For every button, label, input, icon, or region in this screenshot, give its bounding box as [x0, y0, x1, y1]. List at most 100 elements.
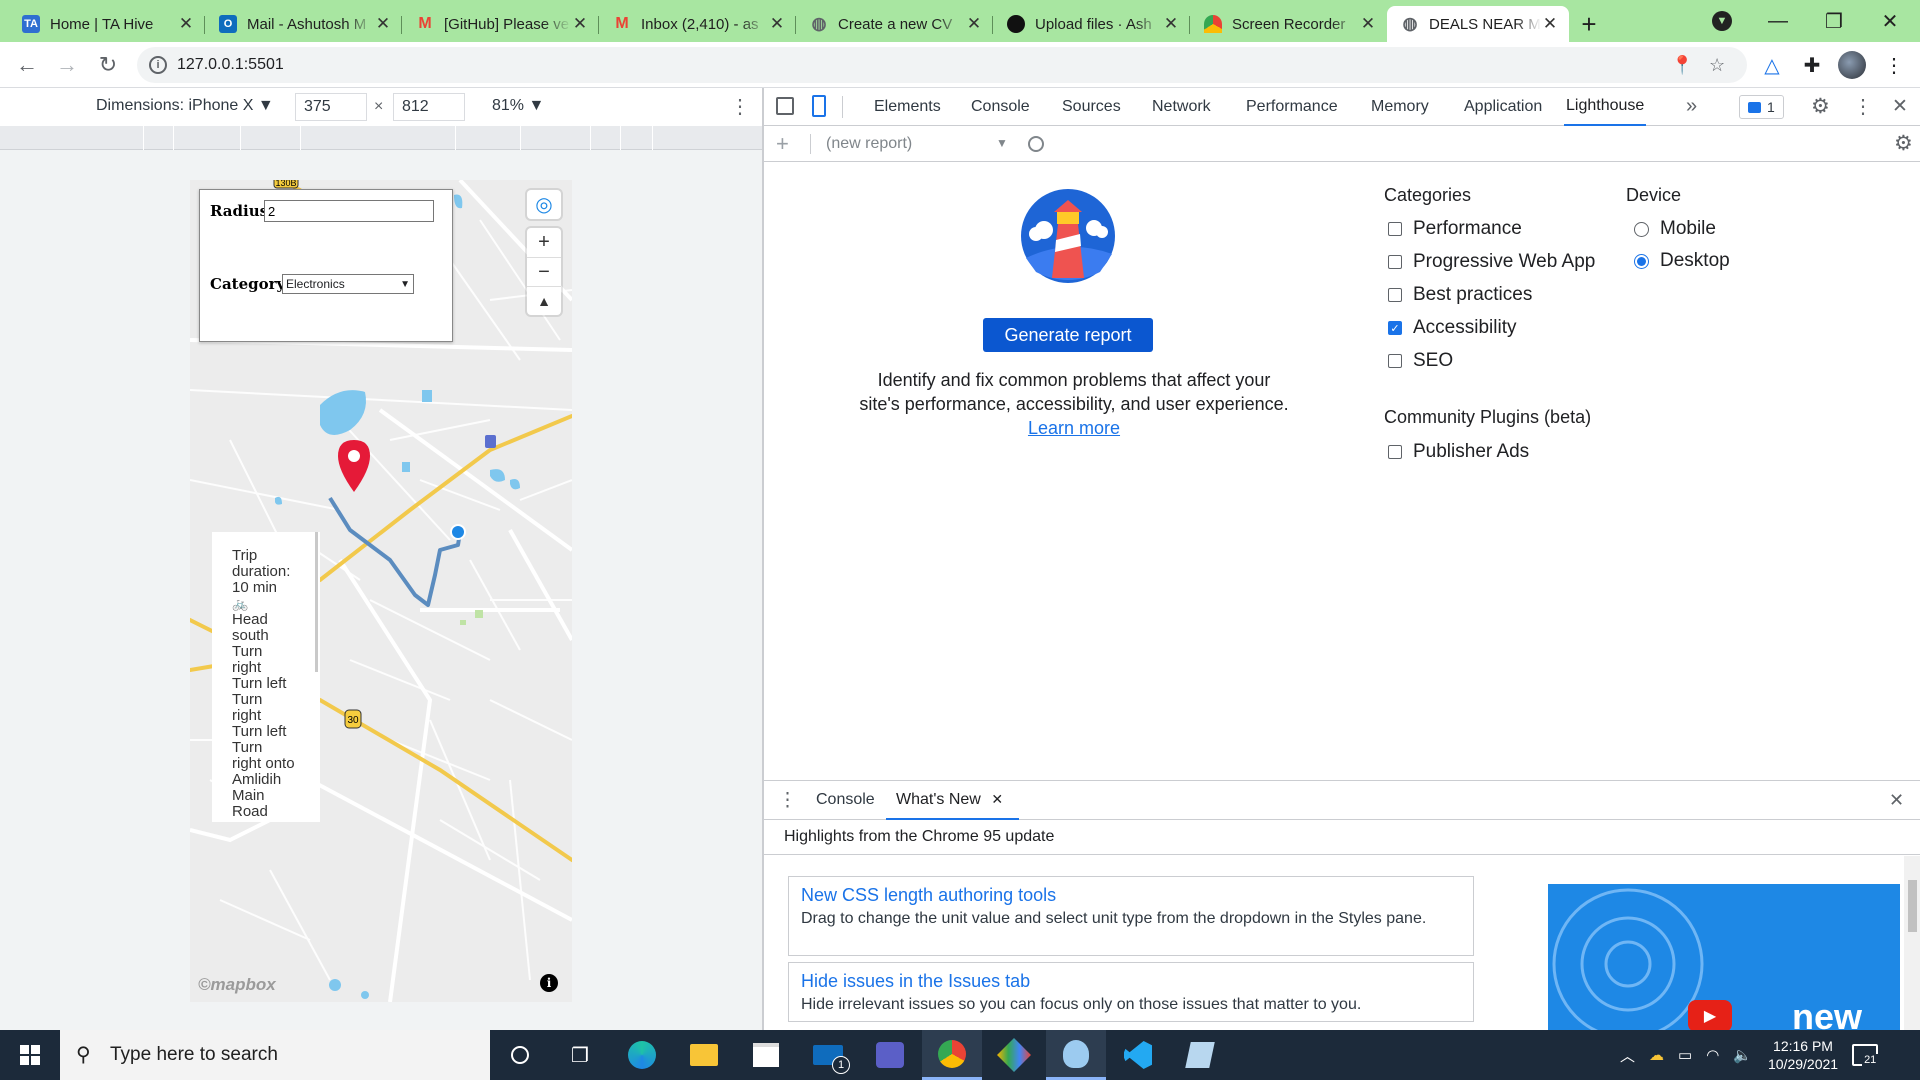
- close-icon[interactable]: ✕: [374, 14, 392, 34]
- more-tabs-icon[interactable]: »: [1686, 95, 1697, 118]
- whats-new-item[interactable]: Hide issues in the Issues tab Hide irrel…: [788, 962, 1474, 1022]
- viewport-height-input[interactable]: 812: [393, 93, 465, 121]
- category-best-practices-checkbox[interactable]: Best practices: [1388, 284, 1532, 306]
- close-icon[interactable]: ✕: [571, 14, 589, 34]
- close-icon[interactable]: ✕: [768, 14, 786, 34]
- vscode-icon[interactable]: [1108, 1030, 1168, 1080]
- store-icon[interactable]: [736, 1030, 796, 1080]
- lighthouse-settings-icon[interactable]: ⚙: [1894, 131, 1913, 156]
- forward-icon[interactable]: →: [47, 45, 87, 85]
- compass-icon[interactable]: ▲: [527, 286, 561, 315]
- close-icon[interactable]: ✕: [177, 14, 195, 34]
- teams-icon[interactable]: [860, 1030, 920, 1080]
- drawer-tab-whats-new[interactable]: What's New ✕: [886, 781, 1020, 820]
- notes-app-icon[interactable]: [1170, 1030, 1230, 1080]
- notifications-icon[interactable]: 21: [1852, 1044, 1879, 1066]
- browser-tab[interactable]: ◍ Create a new CV ✕: [796, 6, 993, 42]
- file-explorer-icon[interactable]: [674, 1030, 734, 1080]
- devtools-menu-icon[interactable]: ⋮: [1853, 94, 1873, 119]
- whats-new-video-thumbnail[interactable]: ▶ new: [1548, 884, 1900, 1030]
- generate-report-button[interactable]: Generate report: [983, 318, 1153, 352]
- close-icon[interactable]: ✕: [1541, 14, 1559, 34]
- device-toolbar-menu-icon[interactable]: ⋮: [730, 94, 750, 119]
- volume-icon[interactable]: 🔈: [1733, 1046, 1752, 1064]
- viewport-width-input[interactable]: 375: [295, 93, 367, 121]
- zoom-out-icon[interactable]: −: [527, 257, 561, 286]
- onedrive-icon[interactable]: ☁: [1649, 1046, 1664, 1064]
- reload-icon[interactable]: ↻: [88, 45, 128, 85]
- back-icon[interactable]: ←: [7, 45, 47, 85]
- directions-panel[interactable]: Trip duration: 10 min 🚲 Head south Turn …: [212, 532, 320, 822]
- mail-icon[interactable]: 1: [798, 1030, 858, 1080]
- window-close-icon[interactable]: ✕: [1862, 0, 1918, 42]
- chevron-up-icon[interactable]: ︿: [1620, 1045, 1635, 1066]
- edge-icon[interactable]: [612, 1030, 672, 1080]
- restore-icon[interactable]: ❐: [1806, 0, 1862, 42]
- radius-input[interactable]: [264, 200, 434, 222]
- drive-extension-icon[interactable]: △: [1758, 51, 1786, 79]
- browser-tab[interactable]: Screen Recorder ✕: [1190, 6, 1387, 42]
- avatar[interactable]: [1838, 51, 1866, 79]
- battery-icon[interactable]: ▭: [1678, 1046, 1692, 1064]
- bookmark-star-icon[interactable]: ☆: [1709, 55, 1725, 76]
- geolocate-control[interactable]: ◎: [527, 190, 561, 219]
- category-select[interactable]: Electronics ▼: [282, 274, 414, 294]
- zoom-select[interactable]: 81% ▼: [492, 97, 544, 115]
- devtools-close-icon[interactable]: ✕: [1892, 95, 1908, 118]
- browser-menu-icon[interactable]: ⋮: [1880, 51, 1908, 79]
- learn-more-link[interactable]: Learn more: [1028, 418, 1120, 438]
- close-icon[interactable]: ✕: [991, 791, 1003, 807]
- device-toggle-icon[interactable]: [812, 95, 826, 117]
- category-pwa-checkbox[interactable]: Progressive Web App: [1388, 251, 1595, 273]
- drawer-scrollbar[interactable]: [1904, 856, 1920, 1030]
- tux-app-icon[interactable]: [1046, 1030, 1106, 1080]
- category-performance-checkbox[interactable]: Performance: [1388, 218, 1522, 240]
- report-select[interactable]: (new report): [826, 135, 912, 153]
- drawer-close-icon[interactable]: ✕: [1889, 790, 1904, 811]
- add-report-icon[interactable]: +: [776, 131, 789, 157]
- chrome-icon[interactable]: [922, 1030, 982, 1080]
- clear-icon[interactable]: [1028, 136, 1044, 152]
- drawer-tab-console[interactable]: Console: [816, 791, 875, 809]
- minimize-icon[interactable]: —: [1750, 0, 1806, 42]
- media-query-ruler[interactable]: [0, 126, 762, 150]
- whats-new-item[interactable]: New CSS length authoring tools Drag to c…: [788, 876, 1474, 956]
- taskbar-search-input[interactable]: ⚲ Type here to search: [60, 1030, 490, 1080]
- plugin-publisher-ads-checkbox[interactable]: Publisher Ads: [1388, 441, 1529, 463]
- category-seo-checkbox[interactable]: SEO: [1388, 350, 1453, 372]
- site-info-icon[interactable]: i: [149, 56, 167, 74]
- location-pin-icon[interactable]: 📍: [1671, 55, 1693, 76]
- close-icon[interactable]: ✕: [1359, 14, 1377, 34]
- zoom-in-icon[interactable]: +: [527, 228, 561, 257]
- browser-tab[interactable]: Upload files · Ash ✕: [993, 6, 1190, 42]
- attribution-info-icon[interactable]: i: [540, 974, 558, 992]
- tab-console[interactable]: Console: [971, 88, 1030, 126]
- browser-tab[interactable]: TA Home | TA Hive ✕: [8, 6, 205, 42]
- wifi-icon[interactable]: ◠: [1706, 1046, 1719, 1064]
- git-tool-icon[interactable]: [984, 1030, 1044, 1080]
- tab-memory[interactable]: Memory: [1371, 88, 1429, 126]
- device-select[interactable]: Dimensions: iPhone X ▼: [96, 97, 274, 115]
- drawer-menu-icon[interactable]: ⋮: [778, 789, 797, 812]
- tab-sources[interactable]: Sources: [1062, 88, 1121, 126]
- browser-tab[interactable]: O Mail - Ashutosh M ✕: [205, 6, 402, 42]
- close-icon[interactable]: ✕: [1162, 14, 1180, 34]
- address-bar[interactable]: i 127.0.0.1:5501 📍 ☆: [137, 47, 1747, 83]
- clock[interactable]: 12:16 PM 10/29/2021: [1768, 1037, 1838, 1073]
- settings-gear-icon[interactable]: ⚙: [1811, 94, 1830, 119]
- close-icon[interactable]: ✕: [965, 14, 983, 34]
- whats-new-item-title[interactable]: New CSS length authoring tools: [801, 885, 1461, 906]
- whats-new-item-title[interactable]: Hide issues in the Issues tab: [801, 971, 1461, 992]
- extensions-puzzle-icon[interactable]: ✚: [1798, 51, 1826, 79]
- youtube-play-icon[interactable]: ▶: [1688, 1000, 1732, 1030]
- tab-search-icon[interactable]: ▼: [1694, 0, 1750, 42]
- cortana-icon[interactable]: [490, 1030, 550, 1080]
- new-tab-button[interactable]: +: [1569, 6, 1609, 42]
- tab-elements[interactable]: Elements: [874, 88, 941, 126]
- tab-performance[interactable]: Performance: [1246, 88, 1338, 126]
- inspect-element-icon[interactable]: [776, 97, 794, 115]
- mapbox-logo[interactable]: ©mapbox: [198, 975, 276, 995]
- directions-scrollbar[interactable]: [315, 532, 318, 672]
- geolocate-icon[interactable]: ◎: [527, 190, 561, 219]
- device-mobile-radio[interactable]: Mobile: [1634, 218, 1716, 240]
